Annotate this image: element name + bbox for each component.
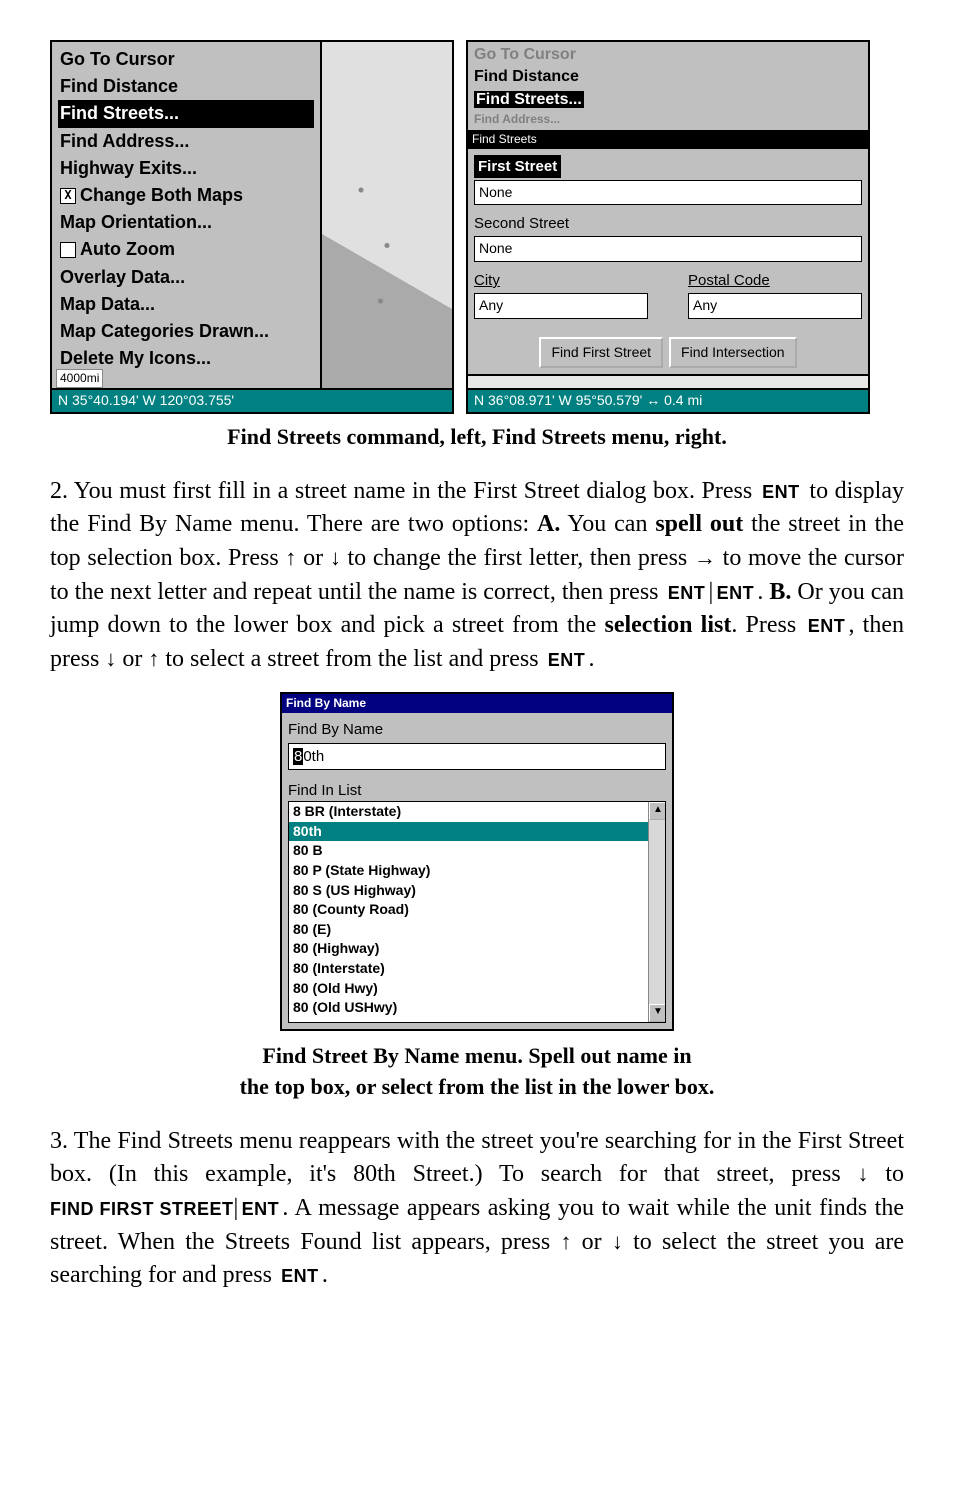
menu-find-streets[interactable]: Find Streets... [58, 100, 314, 127]
menu-label: Auto Zoom [80, 237, 175, 262]
instruction-step-2: 2. You must first fill in a street name … [50, 475, 904, 677]
street-listbox[interactable]: ▲ ▼ 8 BR (Interstate)80th80 B80 P (State… [288, 801, 666, 1023]
scroll-up-icon[interactable]: ▲ [649, 802, 666, 820]
scroll-down-icon[interactable]: ▼ [649, 1004, 666, 1022]
down-arrow-icon: ↓ [612, 1229, 623, 1254]
ent-key: ENT [545, 648, 589, 673]
find-first-street-key: FIND FIRST STREET [50, 1197, 234, 1222]
list-item[interactable]: 80 (Old Hwy) [289, 979, 665, 999]
instruction-step-3: 3. The Find Streets menu reappears with … [50, 1125, 904, 1293]
city-label: City [474, 270, 648, 291]
down-arrow-icon: ↓ [105, 646, 116, 671]
find-by-name-window: Find By Name Find By Name 80th Find In L… [280, 692, 674, 1031]
find-by-name-screenshot: Find By Name Find By Name 80th Find In L… [50, 692, 904, 1031]
text-cursor: 8 [293, 748, 303, 765]
menu-label: Change Both Maps [80, 183, 243, 208]
menu-change-both-maps[interactable]: X Change Both Maps [58, 182, 314, 209]
map-scale: 4000mi [56, 369, 103, 388]
find-intersection-button[interactable]: Find Intersection [669, 337, 797, 369]
menu-overlay-data[interactable]: Overlay Data... [58, 264, 314, 291]
menu-highway-exits[interactable]: Highway Exits... [58, 155, 314, 182]
checkbox-empty-icon [60, 242, 76, 258]
up-arrow-icon: ↑ [285, 545, 296, 570]
find-by-name-label: Find By Name [288, 719, 666, 740]
ent-key: ENT [238, 1197, 282, 1222]
window-titlebar: Find By Name [282, 694, 672, 713]
dialog-titlebar: Find Streets [468, 130, 868, 149]
menu-find-address[interactable]: Find Address... [58, 128, 314, 155]
menu-dim: Go To Cursor [474, 44, 862, 66]
menu-map-data[interactable]: Map Data... [58, 291, 314, 318]
down-arrow-icon: ↓ [330, 545, 341, 570]
up-arrow-icon: ↑ [560, 1229, 571, 1254]
ent-key: ENT [713, 581, 757, 606]
find-first-street-button[interactable]: Find First Street [539, 337, 663, 369]
top-screenshots: Go To Cursor Find Distance Find Streets.… [50, 40, 904, 414]
city-input[interactable]: Any [474, 293, 648, 319]
name-input[interactable]: 80th [288, 743, 666, 770]
coord-status-bar: N 35°40.194' W 120°03.755' [52, 388, 452, 412]
menu-find-distance: Find Distance [474, 66, 862, 88]
list-item[interactable]: 80 S (US Highway) [289, 881, 665, 901]
list-item[interactable]: 80th [289, 822, 665, 842]
checkbox-checked-icon: X [60, 188, 76, 204]
figure-caption-1: Find Streets command, left, Find Streets… [50, 422, 904, 453]
menu-go-to-cursor[interactable]: Go To Cursor [58, 46, 314, 73]
list-item[interactable]: 80 (Old USHwy) [289, 998, 665, 1018]
list-item[interactable]: 80 B [289, 841, 665, 861]
find-in-list-label: Find In List [288, 780, 666, 801]
menu-map-categories[interactable]: Map Categories Drawn... [58, 318, 314, 345]
list-item[interactable]: 80 (E) [289, 920, 665, 940]
second-street-label: Second Street [474, 213, 862, 234]
first-street-input[interactable]: None [474, 180, 862, 206]
postal-label: Postal Code [688, 270, 862, 291]
postal-input[interactable]: Any [688, 293, 862, 319]
list-item[interactable]: 8 BR (Interstate) [289, 802, 665, 822]
list-item[interactable]: 80 (County Road) [289, 900, 665, 920]
map-preview [320, 42, 452, 412]
second-street-input[interactable]: None [474, 236, 862, 262]
list-item[interactable]: 80 P (State Highway) [289, 861, 665, 881]
figure-caption-2: Find Street By Name menu. Spell out name… [50, 1041, 904, 1103]
left-map-menu-screenshot: Go To Cursor Find Distance Find Streets.… [50, 40, 454, 414]
first-street-label: First Street [474, 155, 561, 178]
ent-key: ENT [804, 614, 848, 639]
menu-delete-icons[interactable]: Delete My Icons... [58, 345, 314, 372]
menu-map-orientation[interactable]: Map Orientation... [58, 209, 314, 236]
find-streets-form: First Street None Second Street None Cit… [468, 149, 868, 374]
list-item[interactable]: 80 (State Highway) [289, 1018, 665, 1023]
menu-dim: Find Address... [474, 111, 862, 128]
menu-auto-zoom[interactable]: Auto Zoom [58, 236, 314, 263]
find-streets-dialog-screenshot: Go To Cursor Find Distance Find Streets.… [466, 40, 870, 414]
ent-key: ENT [665, 581, 709, 606]
bg-menu: Go To Cursor Find Distance Find Streets.… [468, 42, 868, 130]
list-item[interactable]: 80 (Interstate) [289, 959, 665, 979]
context-menu: Go To Cursor Find Distance Find Streets.… [52, 42, 320, 412]
ent-key: ENT [759, 480, 803, 505]
right-arrow-icon: → [694, 545, 716, 570]
scrollbar[interactable]: ▲ ▼ [648, 802, 665, 1022]
down-arrow-icon: ↓ [858, 1161, 869, 1186]
menu-find-distance[interactable]: Find Distance [58, 73, 314, 100]
menu-find-streets-selected: Find Streets... [474, 91, 584, 108]
ent-key: ENT [278, 1264, 322, 1289]
map-outline-icon [322, 42, 452, 412]
list-item[interactable]: 80 (Highway) [289, 939, 665, 959]
up-arrow-icon: ↑ [148, 646, 159, 671]
coord-status-bar: N 36°08.971' W 95°50.579' ↔ 0.4 mi [468, 388, 868, 412]
